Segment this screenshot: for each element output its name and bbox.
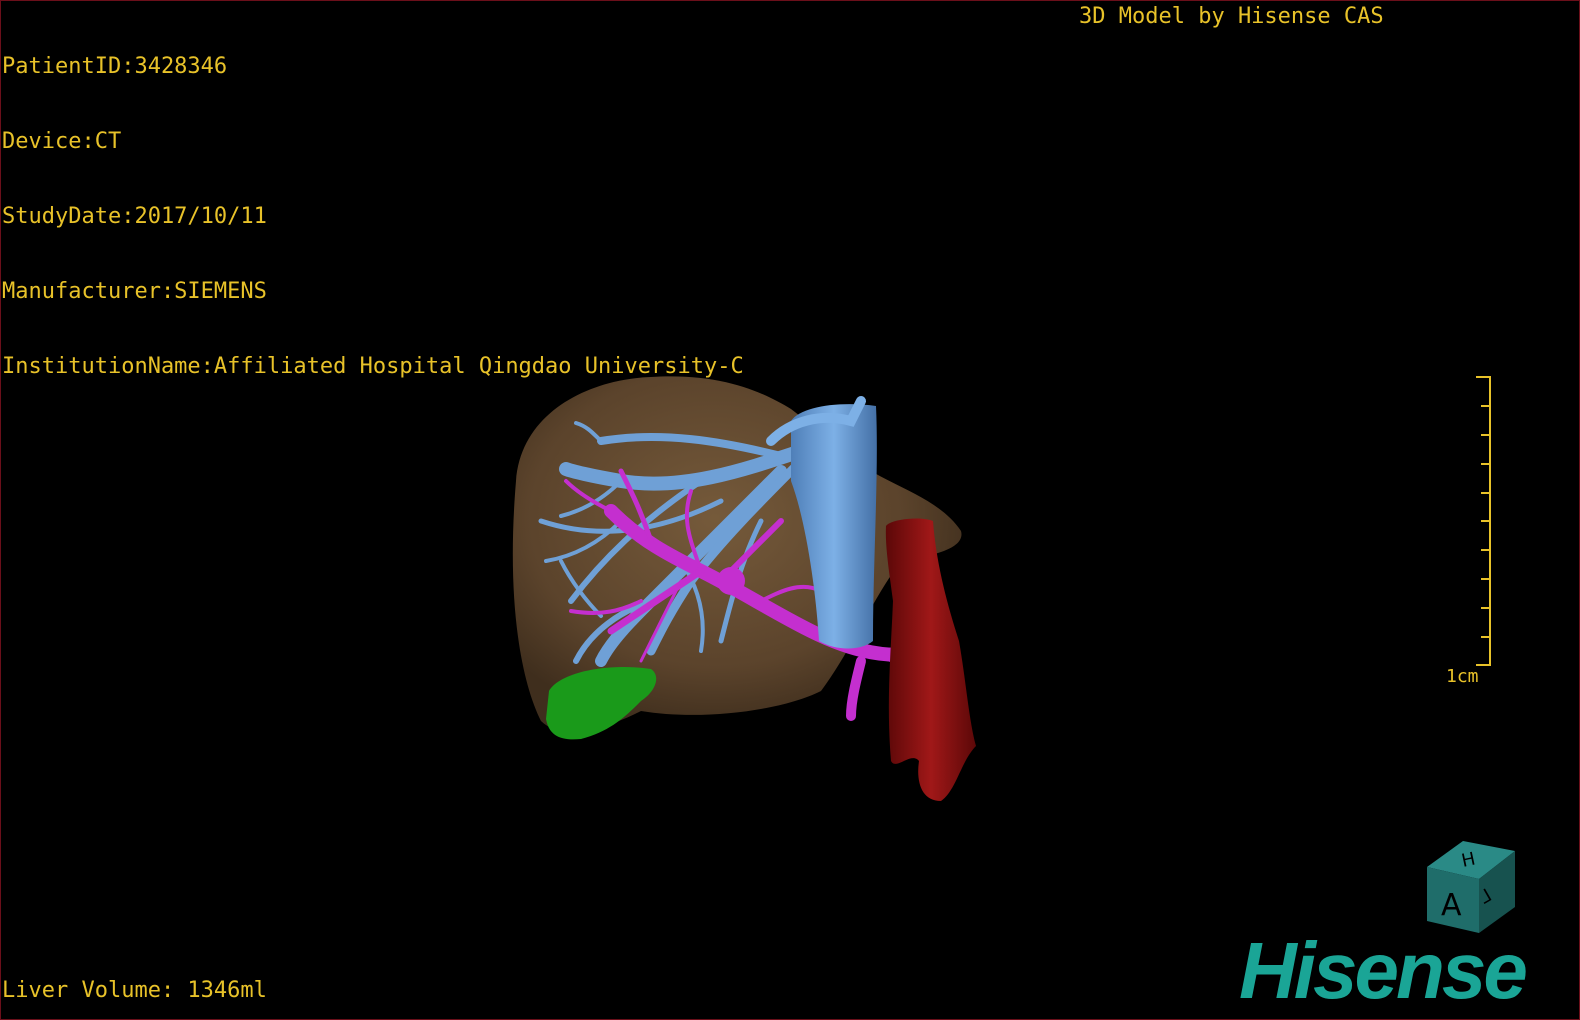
- liver-volume: Liver Volume: 1346ml: [2, 978, 267, 1003]
- cube-front-label: A: [1441, 888, 1462, 923]
- patient-id: PatientID:3428346: [2, 54, 228, 79]
- institution-name: InstitutionName:Affiliated Hospital Qing…: [2, 354, 744, 379]
- model-credit: 3D Model by Hisense CAS: [1079, 4, 1384, 29]
- device: Device:CT: [2, 129, 122, 154]
- manufacturer: Manufacturer:SIEMENS: [2, 279, 267, 304]
- 3d-viewport[interactable]: PatientID:3428346 Device:CT StudyDate:20…: [0, 0, 1580, 1020]
- orientation-cube-icon[interactable]: H A L: [1419, 837, 1523, 937]
- aorta: [885, 518, 976, 801]
- portal-confluence: [717, 567, 745, 595]
- study-date: StudyDate:2017/10/11: [2, 204, 267, 229]
- hisense-logo: Hisense: [1239, 926, 1528, 1015]
- patient-info-overlay: PatientID:3428346 Device:CT StudyDate:20…: [2, 4, 744, 429]
- ruler-label: 1cm: [1446, 666, 1479, 687]
- scale-ruler: [1476, 376, 1491, 666]
